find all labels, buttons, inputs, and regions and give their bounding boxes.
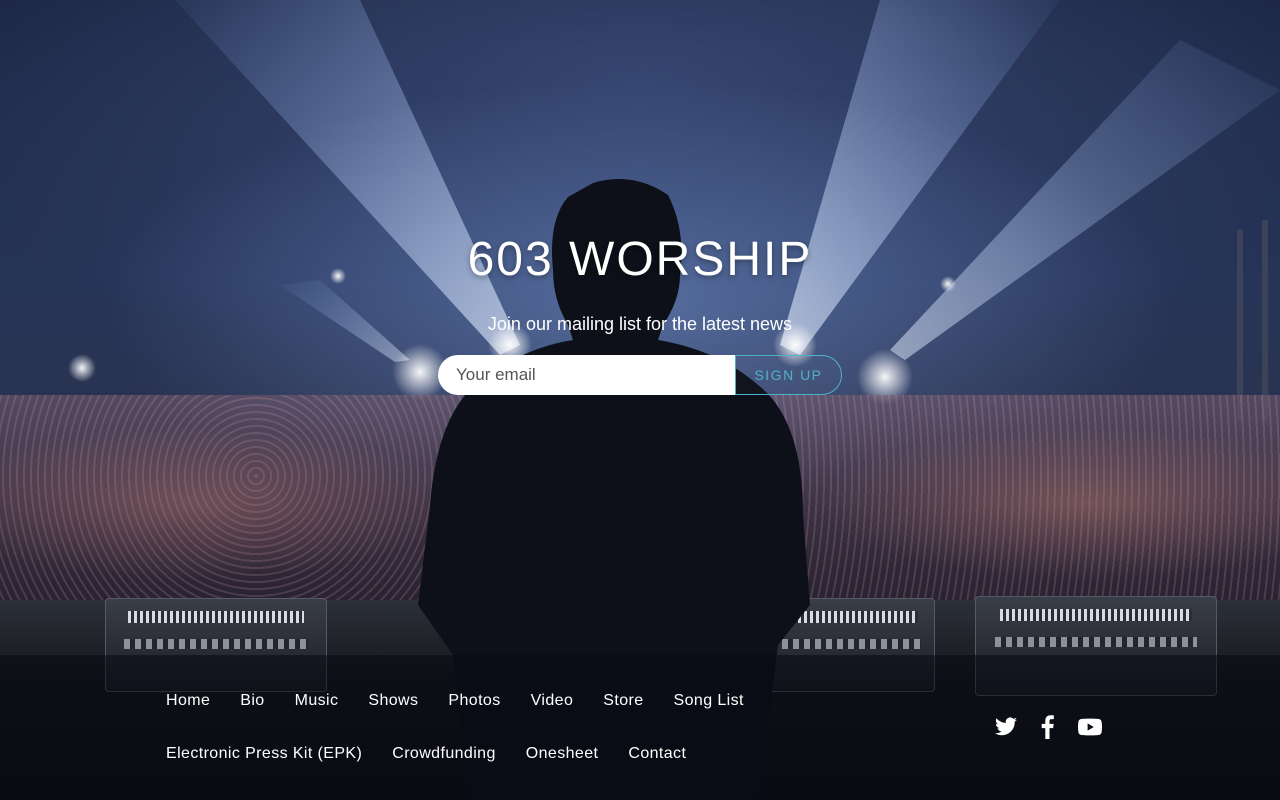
nav-link-bio[interactable]: Bio [240, 690, 264, 712]
footer-nav-row-1: Home Bio Music Shows Photos Video Store … [166, 690, 786, 712]
nav-link-photos[interactable]: Photos [448, 690, 500, 712]
mailing-list-form: SIGN UP [438, 355, 842, 395]
nav-link-contact[interactable]: Contact [628, 743, 686, 765]
nav-link-crowdfunding[interactable]: Crowdfunding [392, 743, 496, 765]
nav-link-onesheet[interactable]: Onesheet [526, 743, 599, 765]
site-footer: Home Bio Music Shows Photos Video Store … [0, 655, 1280, 800]
footer-nav: Home Bio Music Shows Photos Video Store … [166, 690, 786, 796]
nav-link-shows[interactable]: Shows [368, 690, 418, 712]
nav-link-song-list[interactable]: Song List [674, 690, 744, 712]
mailing-list-subtitle: Join our mailing list for the latest new… [487, 314, 793, 334]
email-input[interactable] [438, 355, 735, 395]
social-links [994, 715, 1103, 739]
nav-link-epk[interactable]: Electronic Press Kit (EPK) [166, 743, 362, 765]
nav-link-video[interactable]: Video [531, 690, 574, 712]
nav-link-store[interactable]: Store [603, 690, 643, 712]
youtube-icon[interactable] [1077, 715, 1103, 739]
footer-nav-row-2: Electronic Press Kit (EPK) Crowdfunding … [166, 743, 786, 765]
site-title: 603 WORSHIP [467, 233, 813, 286]
sign-up-button[interactable]: SIGN UP [735, 355, 842, 395]
nav-link-music[interactable]: Music [295, 690, 339, 712]
nav-link-home[interactable]: Home [166, 690, 210, 712]
twitter-icon[interactable] [994, 715, 1018, 739]
facebook-icon[interactable] [1036, 715, 1060, 739]
